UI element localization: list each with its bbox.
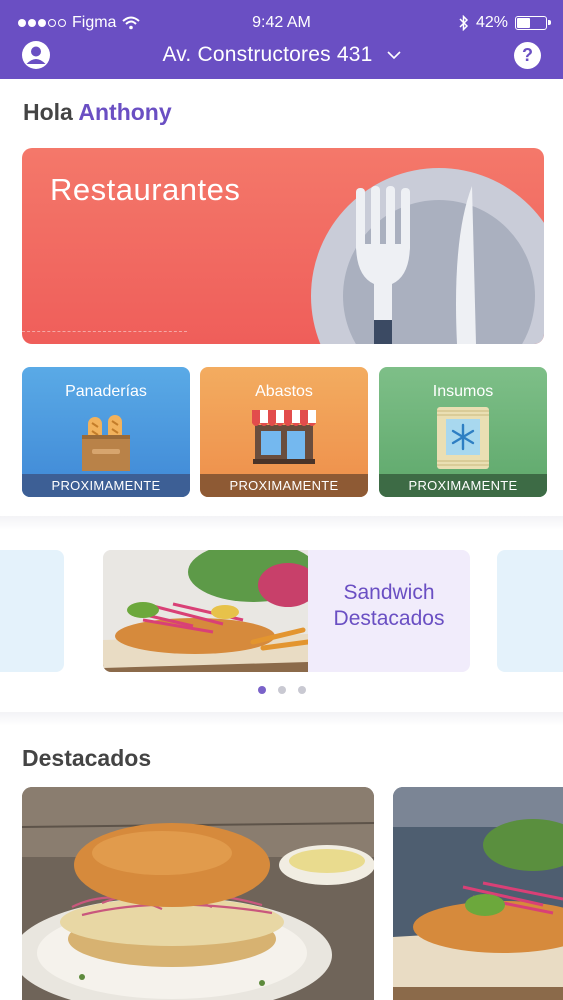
section-divider: [0, 712, 563, 726]
carousel-card-sandwich[interactable]: Sandwich Destacados: [103, 550, 470, 672]
carousel-title-line2: Destacados: [333, 607, 445, 630]
bread-bag-icon: [82, 415, 130, 471]
chevron-down-icon: [386, 51, 401, 60]
featured-card-sandwich[interactable]: [393, 787, 563, 1000]
sandwich-photo: [103, 550, 308, 672]
bluetooth-icon: [459, 15, 469, 31]
nav-row: Av. Constructores 431 ?: [0, 38, 563, 76]
category-panaderias[interactable]: Panaderías PROXIMAMENTE: [22, 367, 190, 497]
banner-title: Restaurantes: [50, 172, 241, 207]
top-header: Figma 9:42 AM 42% Av. Constructores 431: [0, 0, 563, 79]
category-label: Abastos: [255, 383, 313, 400]
carousel-next-card[interactable]: [497, 550, 563, 672]
category-abastos[interactable]: Abastos PROXIMAMENTE: [200, 367, 368, 497]
greeting: Hola Anthony: [23, 99, 172, 126]
user-name: Anthony: [78, 99, 172, 125]
burger-photo: [22, 787, 374, 1000]
carousel-prev-card[interactable]: [0, 550, 64, 672]
category-label: Insumos: [432, 383, 494, 400]
pager-dot[interactable]: [297, 686, 306, 694]
carousel-title: Sandwich Destacados: [308, 580, 470, 632]
coming-soon-badge: PROXIMAMENTE: [22, 474, 190, 497]
featured-card-burger[interactable]: [22, 787, 374, 1000]
carousel-title-line1: Sandwich: [343, 581, 435, 604]
section-divider: [0, 516, 563, 530]
help-button[interactable]: ?: [514, 42, 541, 69]
frozen-bag-icon: [437, 407, 489, 469]
coming-soon-badge: PROXIMAMENTE: [379, 474, 547, 497]
category-label: Panaderías: [65, 383, 147, 400]
restaurantes-banner[interactable]: Restaurantes: [22, 148, 544, 344]
greeting-prefix: Hola: [23, 99, 73, 125]
featured-title: Destacados: [22, 745, 152, 771]
help-icon: ?: [522, 45, 533, 65]
address-text: Av. Constructores 431: [162, 43, 373, 66]
address-selector[interactable]: Av. Constructores 431: [0, 43, 563, 67]
coming-soon-badge: PROXIMAMENTE: [200, 474, 368, 497]
plate-cutlery-icon: [311, 168, 544, 344]
category-insumos[interactable]: Insumos PROXIMAMENTE: [379, 367, 547, 497]
banner-divider: [22, 331, 187, 332]
pager-dot[interactable]: [277, 686, 286, 694]
carousel-pager: [0, 686, 563, 694]
battery-percent: 42%: [475, 14, 508, 31]
status-right: 42%: [459, 14, 551, 32]
pager-dot[interactable]: [257, 686, 266, 694]
battery-icon: [515, 16, 551, 30]
store-icon: [252, 410, 316, 464]
sandwich-photo: [393, 787, 563, 1000]
